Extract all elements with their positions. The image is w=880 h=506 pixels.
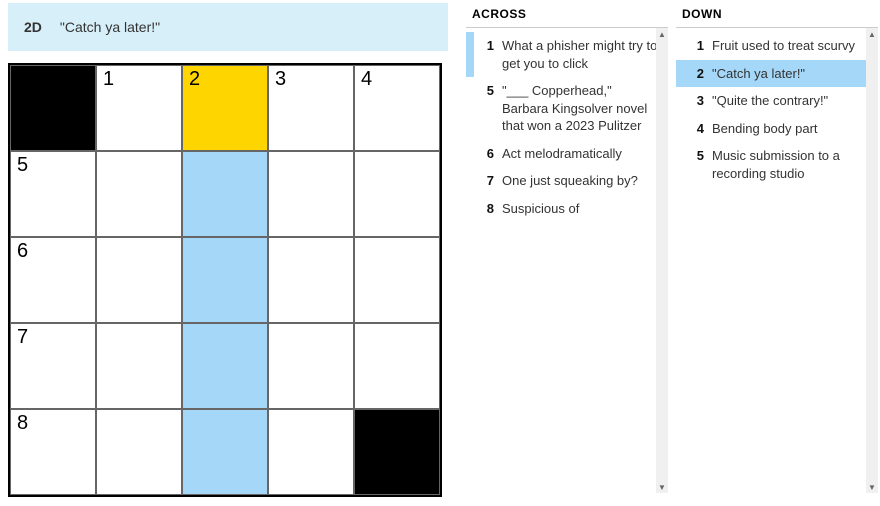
grid-cell[interactable]: 5 <box>10 151 96 237</box>
scrollbar[interactable]: ▲ ▼ <box>866 28 878 493</box>
grid-cell[interactable]: 1 <box>96 65 182 151</box>
grid-cell[interactable] <box>354 151 440 237</box>
clue-number: 6 <box>474 145 494 163</box>
grid-cell[interactable]: 7 <box>10 323 96 409</box>
cell-number: 8 <box>17 412 28 435</box>
across-clue-list: 1What a phisher might try to get you to … <box>466 28 668 226</box>
cell-number: 5 <box>17 154 28 177</box>
clue-number: 1 <box>684 37 704 55</box>
grid-cell[interactable] <box>354 323 440 409</box>
scroll-down-icon[interactable]: ▼ <box>866 481 878 493</box>
grid-cell[interactable]: 6 <box>10 237 96 323</box>
puzzle-area: 2D "Catch ya later!" 1 2 3 4 5 6 7 8 <box>8 3 448 497</box>
grid-cell[interactable] <box>268 409 354 495</box>
grid-cell[interactable] <box>182 237 268 323</box>
clue-text: Bending body part <box>712 120 872 138</box>
clue-number: 8 <box>474 200 494 218</box>
across-list-wrap: 1What a phisher might try to get you to … <box>466 28 668 493</box>
cell-number: 3 <box>275 68 286 91</box>
scroll-down-icon[interactable]: ▼ <box>656 481 668 493</box>
cell-number: 6 <box>17 240 28 263</box>
down-clue-list: 1 Fruit used to treat scurvy 2 "Catch ya la… <box>676 28 878 191</box>
grid-cell[interactable] <box>182 151 268 237</box>
grid-cell[interactable] <box>96 237 182 323</box>
crossword-grid[interactable]: 1 2 3 4 5 6 7 8 <box>8 63 442 497</box>
grid-cell <box>10 65 96 151</box>
grid-cell[interactable] <box>354 237 440 323</box>
clue-number: 7 <box>474 172 494 190</box>
grid-cell[interactable] <box>96 151 182 237</box>
clue-number: 5 <box>474 82 494 135</box>
across-column: ACROSS 1What a phisher might try to get … <box>466 3 668 493</box>
grid-cell[interactable]: 3 <box>268 65 354 151</box>
clue-text: One just squeaking by? <box>502 172 662 190</box>
clue-text: "___ Copperhead," Barbara Kingsolver nov… <box>502 82 662 135</box>
grid-cell[interactable]: 8 <box>10 409 96 495</box>
grid-cell[interactable] <box>96 323 182 409</box>
grid-cell[interactable] <box>182 323 268 409</box>
clue-item[interactable]: 3 "Quite the contrary!" <box>676 87 878 115</box>
clue-item[interactable]: 2 "Catch ya later!" <box>676 60 878 88</box>
clue-text: "Quite the contrary!" <box>712 92 872 110</box>
down-list-wrap: 1 Fruit used to treat scurvy 2 "Catch ya la… <box>676 28 878 493</box>
clue-text: Act melodramatically <box>502 145 662 163</box>
current-clue-bar: 2D "Catch ya later!" <box>8 3 448 51</box>
down-column: DOWN 1 Fruit used to treat scurvy 2 "Catch … <box>676 3 878 493</box>
clue-number: 3 <box>684 92 704 110</box>
clue-text: Music submission to a recording studio <box>712 147 872 182</box>
grid-cell[interactable]: 2 <box>182 65 268 151</box>
clue-item[interactable]: 5"___ Copperhead," Barbara Kingsolver no… <box>466 77 668 140</box>
current-clue-text: "Catch ya later!" <box>60 19 160 35</box>
clue-text: What a phisher might try to get you to c… <box>502 37 662 72</box>
current-clue-label: 2D <box>24 19 42 35</box>
cell-number: 4 <box>361 68 372 91</box>
clue-item[interactable]: 6 Act melodramatically <box>466 140 668 168</box>
clue-number: 2 <box>684 65 704 83</box>
clue-text: "Catch ya later!" <box>712 65 872 83</box>
cell-number: 7 <box>17 326 28 349</box>
clue-number: 1 <box>474 37 494 72</box>
clue-text: Fruit used to treat scurvy <box>712 37 872 55</box>
clue-item[interactable]: 1What a phisher might try to get you to … <box>466 32 668 77</box>
clue-item[interactable]: 1 Fruit used to treat scurvy <box>676 32 878 60</box>
clue-number: 5 <box>684 147 704 182</box>
clue-item[interactable]: 4 Bending body part <box>676 115 878 143</box>
grid-cell <box>354 409 440 495</box>
grid-cell[interactable]: 4 <box>354 65 440 151</box>
grid-cell[interactable] <box>268 151 354 237</box>
grid-cell[interactable] <box>182 409 268 495</box>
down-heading: DOWN <box>676 3 878 28</box>
across-heading: ACROSS <box>466 3 668 28</box>
cell-number: 1 <box>103 68 114 91</box>
clue-number: 4 <box>684 120 704 138</box>
clue-item[interactable]: 7 One just squeaking by? <box>466 167 668 195</box>
grid-cell[interactable] <box>268 323 354 409</box>
grid-cell[interactable] <box>268 237 354 323</box>
clue-item[interactable]: 5Music submission to a recording studio <box>676 142 878 187</box>
grid-cell[interactable] <box>96 409 182 495</box>
clue-item[interactable]: 8 Suspicious of <box>466 195 668 223</box>
scroll-up-icon[interactable]: ▲ <box>656 28 668 40</box>
scroll-up-icon[interactable]: ▲ <box>866 28 878 40</box>
clue-text: Suspicious of <box>502 200 662 218</box>
scrollbar[interactable]: ▲ ▼ <box>656 28 668 493</box>
cell-number: 2 <box>189 68 200 91</box>
